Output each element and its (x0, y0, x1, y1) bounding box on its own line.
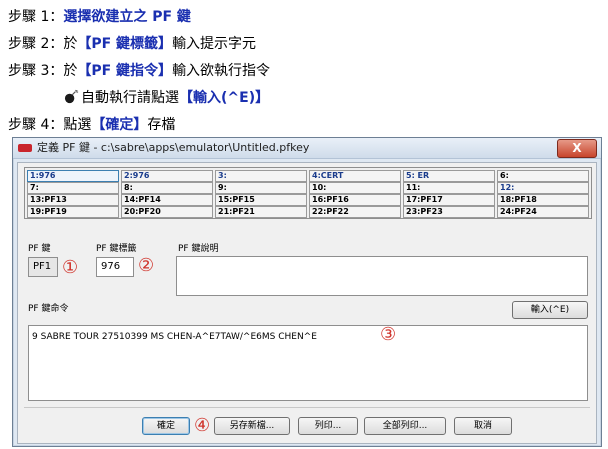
print-all-button[interactable]: 全部列印... (364, 417, 446, 435)
pf-key-button[interactable]: 11: (403, 182, 495, 194)
pf-key-button[interactable]: 21:PF21 (215, 206, 307, 218)
pf-key-label: PF 鍵 (28, 244, 51, 254)
pf-key-button[interactable]: 7: (27, 182, 119, 194)
save-as-button[interactable]: 另存新檔... (214, 417, 290, 435)
app-icon (18, 144, 32, 152)
command-label: PF 鍵命令 (28, 304, 69, 314)
pf-key-button[interactable]: 6: (497, 170, 589, 182)
pf-key-button[interactable]: 22:PF22 (309, 206, 401, 218)
step-3-prefix: 步驟 3：於 (8, 63, 78, 79)
pf-key-dialog: 定義 PF 鍵 - c:\sabre\apps\emulator\Untitle… (12, 137, 602, 447)
command-text: 9 SABRE TOUR 27510399 MS CHEN-A^E7TAW/^E… (32, 332, 317, 342)
pf-key-button[interactable]: 23:PF23 (403, 206, 495, 218)
step-1: 步驟 1：選擇欲建立之 PF 鍵 (8, 4, 604, 31)
step-3-suffix: 輸入欲執行指令 (172, 63, 271, 79)
pf-key-button[interactable]: 2:976 (121, 170, 213, 182)
bomb-icon (64, 89, 79, 104)
cancel-button[interactable]: 取消 (454, 417, 512, 435)
description-label: PF 鍵說明 (178, 244, 219, 254)
pf-key-grid: 1:976 2:976 3: 4:CERT 5: ER 6: 7: 8: 9: 10: 11: 12:… (24, 167, 592, 219)
pf-key-button[interactable]: 20:PF20 (121, 206, 213, 218)
pf-key-button[interactable]: 14:PF14 (121, 194, 213, 206)
pf-key-button[interactable]: 18:PF18 (497, 194, 589, 206)
step-1-prefix: 步驟 1： (8, 9, 64, 25)
step-4-suffix: 存檔 (147, 117, 176, 133)
step-3: 步驟 3：於【PF 鍵指令】輸入欲執行指令 (8, 58, 604, 85)
step-2-suffix: 輸入提示字元 (172, 36, 257, 52)
marker-2: ② (138, 255, 155, 276)
pf-key-button[interactable]: 12: (497, 182, 589, 194)
pf-key-field: PF1 (28, 257, 58, 277)
step-3-note-highlight: 【輸入(^E)】 (179, 90, 270, 106)
pf-key-button[interactable]: 10: (309, 182, 401, 194)
step-1-highlight: 選擇欲建立之 PF 鍵 (63, 9, 191, 25)
pf-key-button[interactable]: 4:CERT (309, 170, 401, 182)
step-4-prefix: 步驟 4：點選 (8, 117, 92, 133)
command-input[interactable]: 9 SABRE TOUR 27510399 MS CHEN-A^E7TAW/^E… (28, 325, 588, 401)
close-button[interactable]: X (557, 139, 597, 158)
tag-label: PF 鍵標籤 (96, 244, 137, 254)
marker-4: ④ (194, 415, 211, 436)
pf-key-button[interactable]: 8: (121, 182, 213, 194)
instruction-steps: 步驟 1：選擇欲建立之 PF 鍵 步驟 2：於【PF 鍵標籤】輸入提示字元 步驟… (8, 4, 604, 139)
step-3-note: 自動執行請點選【輸入(^E)】 (8, 85, 604, 112)
pf-key-button[interactable]: 5: ER (403, 170, 495, 182)
window-title: 定義 PF 鍵 - c:\sabre\apps\emulator\Untitle… (37, 141, 310, 154)
pf-key-button[interactable]: 3: (215, 170, 307, 182)
step-4-highlight: 【確定】 (91, 117, 148, 133)
step-3-note-prefix: 自動執行請點選 (81, 90, 179, 106)
pf-key-button[interactable]: 9: (215, 182, 307, 194)
pf-key-button[interactable]: 24:PF24 (497, 206, 589, 218)
pf-key-button[interactable]: 15:PF15 (215, 194, 307, 206)
step-2: 步驟 2：於【PF 鍵標籤】輸入提示字元 (8, 31, 604, 58)
marker-1: ① (62, 257, 79, 278)
tag-input[interactable]: 976 (96, 257, 134, 277)
description-input[interactable] (176, 256, 588, 296)
pf-key-button[interactable]: 19:PF19 (27, 206, 119, 218)
pf-key-button[interactable]: 1:976 (27, 170, 119, 182)
step-4: 步驟 4：點選【確定】存檔 (8, 112, 604, 139)
pf-key-button[interactable]: 13:PF13 (27, 194, 119, 206)
dialog-client: 1:976 2:976 3: 4:CERT 5: ER 6: 7: 8: 9: 10: 11: 12:… (17, 162, 597, 444)
step-2-highlight: 【PF 鍵標籤】 (77, 36, 173, 52)
marker-3: ③ (380, 324, 397, 345)
enter-button[interactable]: 輸入(^E) (512, 301, 588, 319)
title-bar: 定義 PF 鍵 - c:\sabre\apps\emulator\Untitle… (13, 138, 601, 159)
pf-key-button[interactable]: 16:PF16 (309, 194, 401, 206)
ok-button[interactable]: 確定 (142, 417, 190, 435)
print-button[interactable]: 列印... (298, 417, 358, 435)
step-2-prefix: 步驟 2：於 (8, 36, 78, 52)
pf-key-button[interactable]: 17:PF17 (403, 194, 495, 206)
step-3-highlight: 【PF 鍵指令】 (77, 63, 173, 79)
